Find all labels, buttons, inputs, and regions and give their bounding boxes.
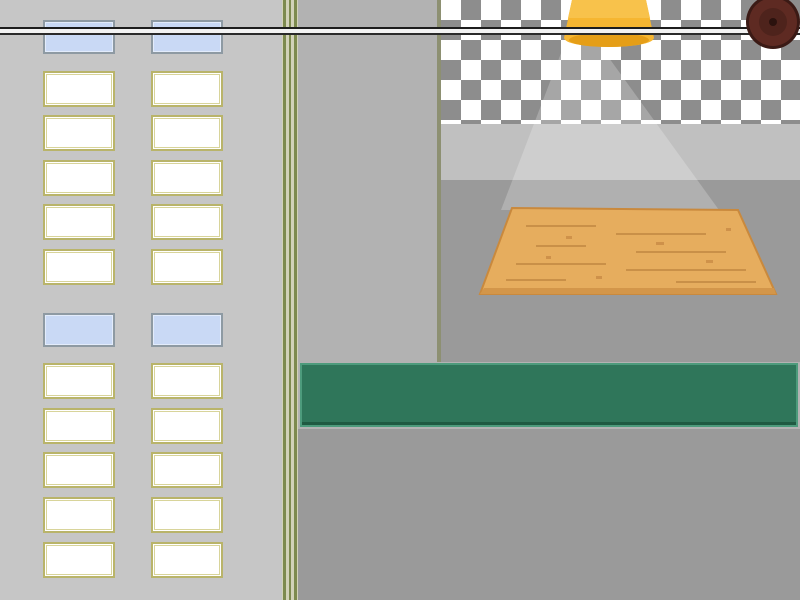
ticket-header-slot[interactable] (43, 313, 115, 347)
ticket-slot[interactable] (43, 363, 115, 399)
ticket-slot[interactable] (151, 452, 223, 488)
ticket-header-slot[interactable] (151, 20, 223, 54)
prep-window (441, 0, 800, 362)
ticket-slot[interactable] (151, 160, 223, 196)
ticket-slot[interactable] (151, 497, 223, 533)
lower-floor (298, 429, 800, 600)
ticket-slot[interactable] (43, 497, 115, 533)
ticket-slot[interactable] (151, 204, 223, 240)
ticket-slot[interactable] (43, 249, 115, 285)
ticket-slot[interactable] (43, 204, 115, 240)
ticket-slot[interactable] (43, 408, 115, 444)
divider-stripe (289, 0, 291, 600)
divider-stripe (283, 0, 286, 600)
ticket-slot[interactable] (151, 71, 223, 107)
ticket-header-slot[interactable] (43, 20, 115, 54)
hanging-lamp-icon (564, 0, 654, 47)
kitchen-wall (298, 0, 438, 362)
ticket-rail-panel (0, 0, 282, 600)
order-rail-knob-icon[interactable] (742, 0, 800, 50)
divider-stripe (294, 0, 297, 600)
prep-counter (300, 363, 798, 427)
ticket-slot[interactable] (43, 542, 115, 578)
ticket-header-slot[interactable] (151, 313, 223, 347)
ticket-slot[interactable] (43, 160, 115, 196)
ticket-slot[interactable] (151, 363, 223, 399)
ticket-slot[interactable] (43, 115, 115, 151)
ticket-slot[interactable] (43, 71, 115, 107)
ticket-slot[interactable] (151, 408, 223, 444)
ticket-slot[interactable] (151, 249, 223, 285)
ticket-slot[interactable] (151, 542, 223, 578)
station-divider (282, 0, 298, 600)
order-rail (0, 27, 800, 36)
ticket-slot[interactable] (151, 115, 223, 151)
ticket-slot[interactable] (43, 452, 115, 488)
flat-dough-sheet[interactable] (476, 206, 780, 300)
